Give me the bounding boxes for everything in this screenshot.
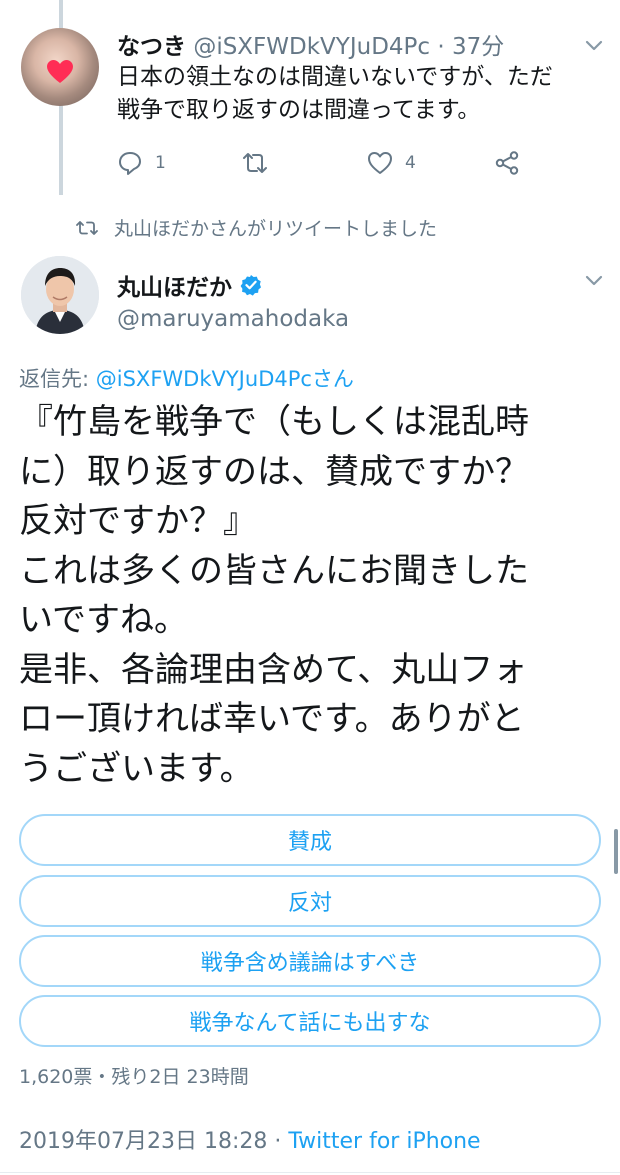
replying-to: 返信先: @iSXFWDkVYJuD4Pcさん <box>19 363 354 393</box>
poll-option-button[interactable]: 賛成 <box>19 814 601 866</box>
reply-author-name[interactable]: なつき <box>117 34 186 60</box>
main-author-name-row: 丸山ほだか <box>117 268 262 302</box>
replying-prefix: 返信先: <box>19 367 96 391</box>
reply-button[interactable]: 1 <box>117 150 166 176</box>
tweet-body-line: ロー頂ければ幸いです。ありがと <box>19 699 525 739</box>
retweet-icon <box>76 220 98 235</box>
reply-text-line: 戦争で取り返すのは間違ってます。 <box>117 97 481 123</box>
main-avatar[interactable] <box>21 256 99 334</box>
reply-avatar[interactable] <box>21 28 99 106</box>
scrollbar-thumb[interactable] <box>614 829 618 874</box>
retweet-button[interactable] <box>242 150 268 176</box>
heart-sticker-icon <box>47 60 73 83</box>
reply-action-bar: 1 4 <box>117 150 537 180</box>
reply-author-handle[interactable]: @iSXFWDkVYJuD4Pc <box>193 34 430 60</box>
tweet-body: 『竹島を戦争で（もしくは混乱時 に）取り返すのは、賛成ですか？ 反対ですか？』 … <box>19 398 589 794</box>
like-count: 4 <box>405 153 416 173</box>
share-icon <box>495 151 519 175</box>
reply-timestamp[interactable]: 37分 <box>452 34 504 60</box>
reply-text: 日本の領土なのは間違いないですが、ただ 戦争で取り返すのは間違ってます。 <box>117 61 597 127</box>
tweet-body-line: 是非、各論理由含めて、丸山フォ <box>19 649 528 690</box>
reply-text-line: 日本の領土なのは間違いないですが、ただ <box>117 64 553 90</box>
tweet-body-line: これは多くの皆さんにお聞きした <box>19 550 529 591</box>
timestamp-separator: · <box>267 1129 289 1154</box>
retweet-icon <box>243 153 267 173</box>
poll-meta: 1,620票・残り2日 23時間 <box>19 1066 249 1088</box>
reply-count: 1 <box>155 153 166 173</box>
reply-header: なつき @iSXFWDkVYJuD4Pc · 37分 <box>117 27 504 61</box>
poll-option-button[interactable]: 戦争含め議論はすべき <box>19 935 601 987</box>
tweet-date[interactable]: 2019年07月23日 18:28 <box>19 1129 267 1154</box>
reply-tweet[interactable]: なつき @iSXFWDkVYJuD4Pc · 37分 日本の領土なのは間違いない… <box>0 0 620 210</box>
verified-badge-icon <box>240 275 261 296</box>
reply-icon <box>119 152 141 175</box>
main-author-handle[interactable]: @maruyamahodaka <box>117 306 349 332</box>
share-button[interactable] <box>494 150 520 176</box>
poll-option-button[interactable]: 戦争なんて話にも出すな <box>19 995 601 1047</box>
retweet-notice[interactable]: 丸山ほだかさんがリツイートしました <box>76 214 437 241</box>
poll-option-button[interactable]: 反対 <box>19 875 601 927</box>
like-icon <box>368 152 392 174</box>
like-button[interactable]: 4 <box>367 150 416 176</box>
tweet-body-line: 反対ですか？』 <box>19 501 257 541</box>
chevron-down-icon[interactable] <box>585 275 603 287</box>
tweet-timestamp-row: 2019年07月23日 18:28 · Twitter for iPhone <box>19 1123 481 1155</box>
divider <box>0 1172 620 1173</box>
tweet-body-line: に）取り返すのは、賛成ですか？ <box>19 451 529 492</box>
chevron-down-icon[interactable] <box>585 40 603 52</box>
reply-meta-separator: · <box>430 34 452 60</box>
tweet-source-link[interactable]: Twitter for iPhone <box>288 1129 480 1154</box>
main-author-name[interactable]: 丸山ほだか <box>117 268 232 302</box>
tweet-body-line: いですね。 <box>19 600 188 640</box>
tweet-body-line: 『竹島を戦争で（もしくは混乱時 <box>19 402 529 442</box>
retweet-notice-text: 丸山ほだかさんがリツイートしました <box>114 218 438 240</box>
replying-to-mention[interactable]: @iSXFWDkVYJuD4Pcさん <box>96 367 354 391</box>
tweet-body-line: うございます。 <box>19 748 254 789</box>
person-photo <box>21 256 99 334</box>
